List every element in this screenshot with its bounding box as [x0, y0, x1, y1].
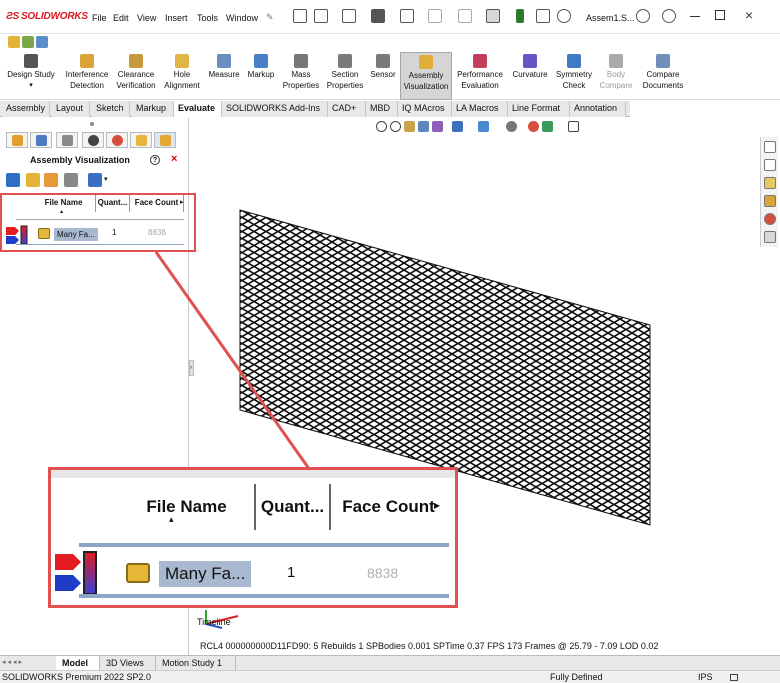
customize-icon[interactable]: [730, 674, 738, 681]
status-bar: SOLIDWORKS Premium 2022 SP2.0 Fully Defi…: [0, 670, 780, 683]
product-version: SOLIDWORKS Premium 2022 SP2.0: [2, 672, 152, 682]
zoom-column-header-file-name[interactable]: File Name: [119, 484, 256, 530]
zoom-part-icon: [126, 563, 150, 583]
zoom-row-divider: [79, 543, 449, 547]
sketch-state: Fully Defined: [550, 672, 603, 682]
solidworks-window: ƧS SOLIDWORKS File Edit View Insert Tools Wind…: [0, 0, 780, 683]
zoom-face-count-gradient-icon: [55, 550, 99, 598]
bottom-tab-3d-views[interactable]: 3D Views: [100, 656, 156, 671]
bottom-tab-motion-study-1[interactable]: Motion Study 1: [156, 656, 236, 671]
zoom-quantity-cell: 1: [287, 564, 296, 581]
zoom-top-strip: [51, 470, 455, 478]
bottom-tab-model[interactable]: Model: [56, 656, 100, 671]
tab-scroll-arrows-icon[interactable]: ◂◂◂▸: [2, 658, 52, 669]
zoom-column-more-icon[interactable]: ▸: [434, 498, 440, 512]
zoom-column-header-face-count[interactable]: Face Count: [331, 484, 446, 530]
unit-system[interactable]: IPS: [698, 672, 713, 682]
zoom-row-divider: [79, 594, 449, 598]
zoom-file-name-cell[interactable]: Many Fa...: [159, 561, 252, 587]
zoomed-table-callout: File Name Quant... Face Count ▸ ▴ Many F…: [48, 467, 458, 608]
zoom-sort-indicator-icon: ▴: [169, 514, 174, 524]
zoom-face-count-cell: 8838: [367, 565, 399, 581]
zoom-column-header-quantity[interactable]: Quant...: [256, 484, 331, 530]
model-tabs: ◂◂◂▸ Model 3D Views Motion Study 1: [0, 655, 780, 671]
